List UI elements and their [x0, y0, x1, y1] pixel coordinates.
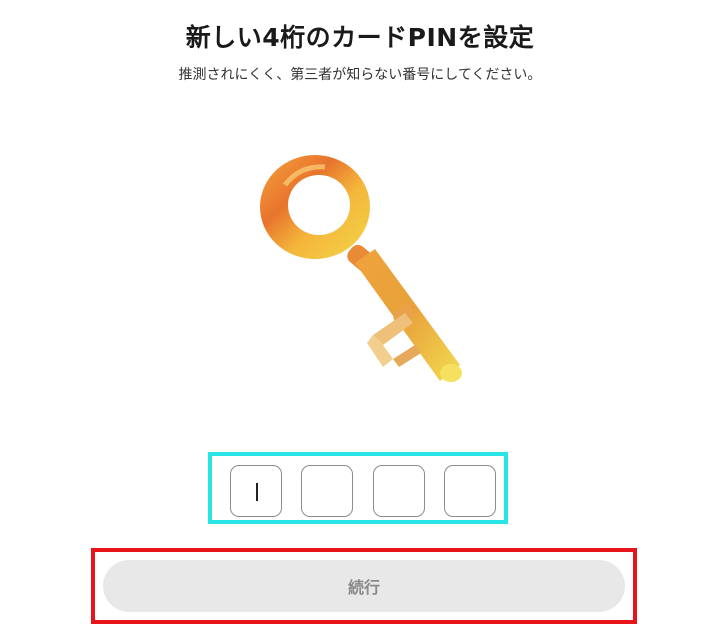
text-cursor: [256, 483, 258, 501]
pin-input-group: [208, 452, 508, 524]
pin-digit-2[interactable]: [301, 465, 353, 517]
pin-digit-4[interactable]: [444, 465, 496, 517]
pin-digit-3[interactable]: [373, 465, 425, 517]
continue-button-highlight: 続行: [91, 548, 637, 624]
continue-button[interactable]: 続行: [103, 560, 625, 612]
page-title: 新しい4桁のカードPINを設定: [185, 23, 535, 52]
page-subtitle: 推測されにくく、第三者が知らない番号にしてください。: [178, 67, 542, 83]
pin-setup-screen: 新しい4桁のカードPINを設定 推測されにくく、第三者が知らない番号にしてくださ…: [0, 0, 720, 637]
pin-digit-1[interactable]: [230, 465, 282, 517]
key-icon: [260, 155, 462, 382]
